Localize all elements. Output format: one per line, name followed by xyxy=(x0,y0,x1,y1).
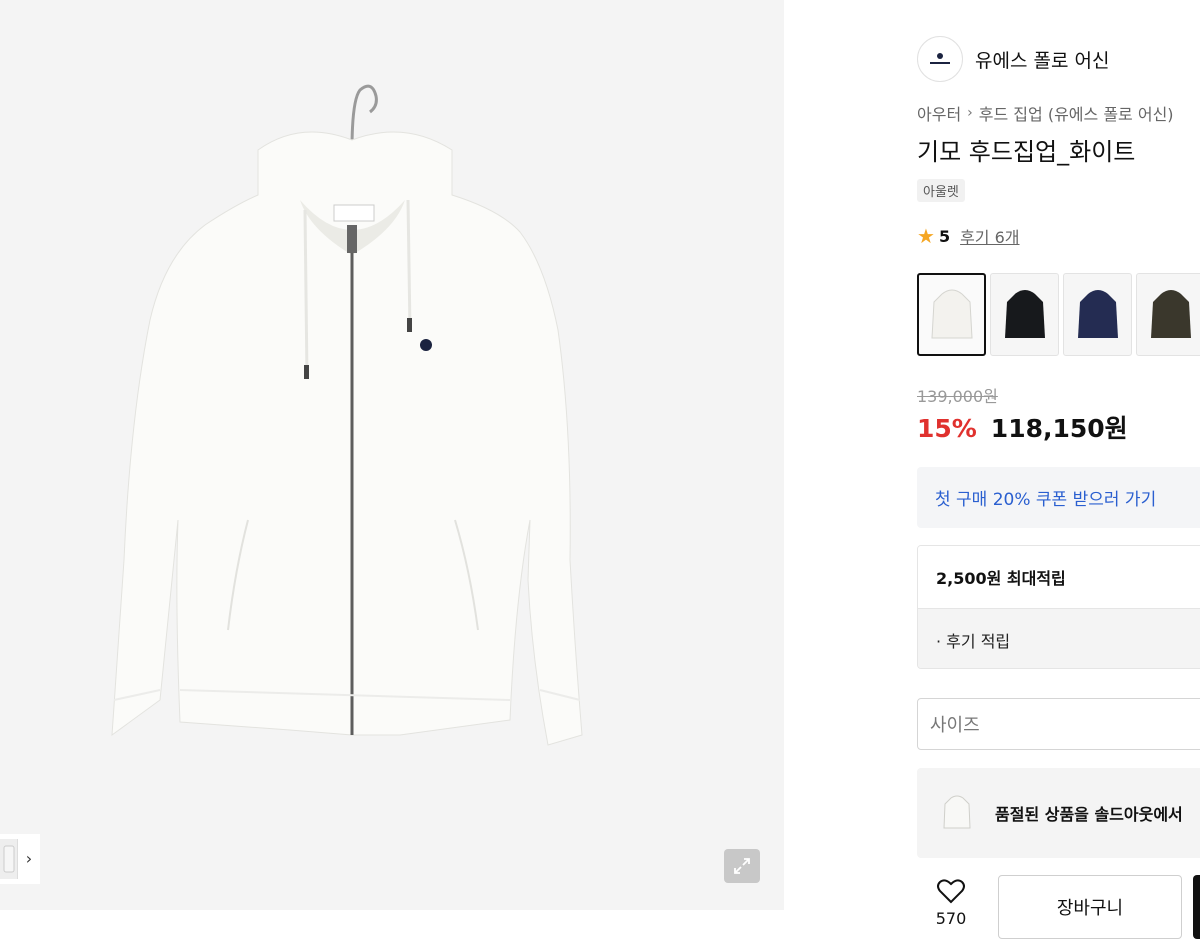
brand-header[interactable]: 유에스 폴로 어신 xyxy=(917,36,1109,82)
reviews-link[interactable]: 후기 6개 xyxy=(960,224,1019,248)
first-purchase-coupon-banner[interactable]: 첫 구매 20% 쿠폰 받으러 가기 xyxy=(917,467,1200,528)
heart-icon xyxy=(937,879,965,904)
purchase-actions: 570 장바구니 xyxy=(917,875,1200,940)
breadcrumb-subcategory[interactable]: 후드 집업 (유에스 폴로 어신) xyxy=(979,101,1174,125)
polo-logo-icon xyxy=(930,53,950,64)
soldout-banner[interactable]: 품절된 상품을 솔드아웃에서 xyxy=(917,768,1200,858)
price-row: 15% 118,150원 xyxy=(917,409,1128,445)
product-image-gallery: › xyxy=(0,0,784,910)
breadcrumb-category[interactable]: 아우터 xyxy=(917,101,961,125)
star-icon: ★ xyxy=(917,224,935,248)
product-info-panel: 유에스 폴로 어신 아우터 › 후드 집업 (유에스 폴로 어신) 기모 후드집… xyxy=(895,20,1200,940)
outlet-badge: 아울렛 xyxy=(917,179,965,202)
swatch-olive[interactable] xyxy=(1136,273,1200,356)
swatch-white[interactable] xyxy=(917,273,986,356)
points-box: 2,500원 최대적립 · 후기 적립 xyxy=(917,545,1200,669)
buy-button[interactable] xyxy=(1193,875,1200,939)
brand-name[interactable]: 유에스 폴로 어신 xyxy=(975,46,1109,73)
discount-rate: 15% xyxy=(917,414,977,443)
expand-icon xyxy=(734,858,750,874)
original-price: 139,000원 xyxy=(917,387,998,406)
soldout-label: 품절된 상품을 솔드아웃에서 xyxy=(995,805,1183,824)
breadcrumb: 아우터 › 후드 집업 (유에스 폴로 어신) xyxy=(917,101,1174,125)
rating-summary: ★ 5 후기 6개 xyxy=(917,224,1020,248)
soldout-product-thumbnail xyxy=(941,791,973,835)
expand-button[interactable] xyxy=(724,849,760,883)
rating-score: 5 xyxy=(938,226,951,246)
swatch-black[interactable] xyxy=(990,273,1059,356)
thumbnail-strip[interactable]: › xyxy=(0,834,40,884)
product-main-image xyxy=(111,84,583,746)
product-title: 기모 후드집업_화이트 xyxy=(917,138,1136,166)
chevron-right-icon[interactable]: › xyxy=(18,851,40,867)
chevron-right-icon: › xyxy=(967,105,973,121)
color-swatches xyxy=(917,273,1200,356)
brand-logo[interactable] xyxy=(917,36,963,82)
sale-price: 118,150원 xyxy=(990,414,1128,443)
review-points-label: · 후기 적립 xyxy=(918,608,1200,668)
size-select[interactable]: 사이즈 xyxy=(917,698,1200,750)
swatch-navy[interactable] xyxy=(1063,273,1132,356)
like-button[interactable]: 570 xyxy=(917,877,985,928)
like-count: 570 xyxy=(935,909,967,928)
thumbnail-image[interactable] xyxy=(0,839,18,879)
add-to-cart-button[interactable]: 장바구니 xyxy=(998,875,1182,939)
max-points-label[interactable]: 2,500원 최대적립 xyxy=(918,546,1200,608)
